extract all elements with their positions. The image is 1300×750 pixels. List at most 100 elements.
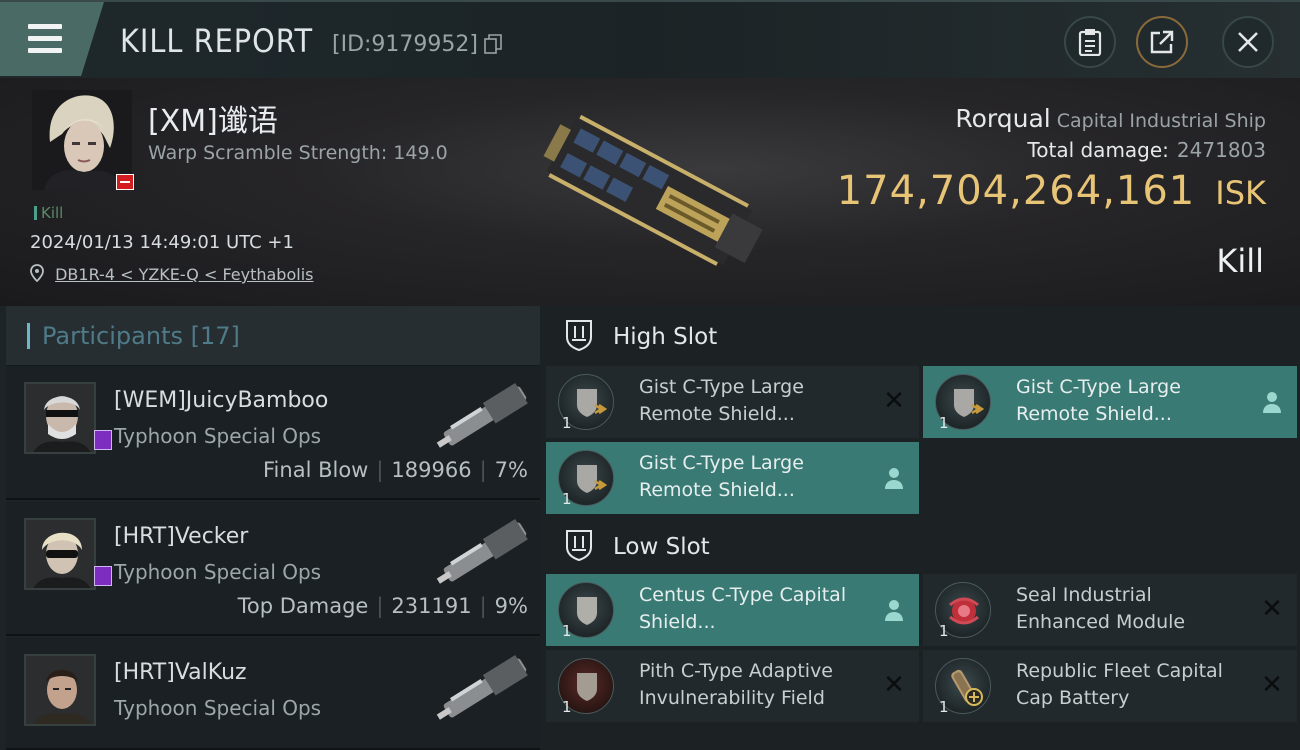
participant-damage: 231191 bbox=[391, 594, 472, 618]
module-quantity: 1 bbox=[562, 490, 572, 508]
participant-ship: Typhoon Special Ops bbox=[114, 696, 322, 720]
module-quantity: 1 bbox=[939, 698, 949, 716]
isk-unit: ISK bbox=[1215, 174, 1266, 212]
participant-stat-label: Final Blow bbox=[263, 458, 369, 482]
isk-loss: 174,704,264,161 ISK bbox=[837, 168, 1266, 214]
module-name: Pith C-Type Adaptive Invulnerability Fie… bbox=[639, 660, 833, 709]
ship-info: Rorqual Capital Industrial Ship bbox=[955, 104, 1266, 133]
participant-ship: Typhoon Special Ops bbox=[114, 424, 322, 448]
kill-result: Kill bbox=[1216, 242, 1264, 280]
location-link[interactable]: DB1R-4 < YZKE-Q < Feythabolis bbox=[30, 264, 313, 284]
participant-row[interactable]: [HRT]ValKuz Typhoon Special Ops bbox=[6, 638, 540, 750]
slot-high-icon bbox=[566, 320, 592, 352]
victim-name[interactable]: [XM]谶语 bbox=[148, 96, 278, 140]
module-item[interactable]: 1 Seal Industrial Enhanced Module ✕ bbox=[923, 574, 1297, 646]
menu-icon-bar bbox=[28, 36, 62, 41]
participant-name[interactable]: [HRT]ValKuz bbox=[114, 660, 247, 685]
module-quantity: 1 bbox=[939, 622, 949, 640]
share-button[interactable] bbox=[1136, 16, 1188, 68]
fitting-panel: High Slot 1 Gist C-Type Large Remote Shi… bbox=[540, 306, 1300, 750]
participant-avatar[interactable] bbox=[24, 518, 96, 590]
participant-flag bbox=[94, 566, 112, 586]
participant-avatar[interactable] bbox=[24, 382, 96, 454]
destroyed-x-icon: ✕ bbox=[883, 386, 905, 416]
participant-name[interactable]: [HRT]Vecker bbox=[114, 524, 248, 549]
participants-title: Participants [17] bbox=[42, 322, 240, 350]
total-damage-value: 2471803 bbox=[1176, 138, 1266, 162]
kill-tag-label: Kill bbox=[41, 204, 64, 222]
module-item[interactable]: 1 Pith C-Type Adaptive Invulnerability F… bbox=[546, 650, 919, 722]
participant-stat-label: Top Damage bbox=[237, 594, 369, 618]
close-button[interactable] bbox=[1222, 16, 1274, 68]
page-title: KILL REPORT bbox=[120, 22, 314, 60]
module-name: Gist C-Type Large Remote Shield... bbox=[1016, 376, 1181, 425]
total-damage: Total damage: 2471803 bbox=[1027, 138, 1266, 162]
module-quantity: 1 bbox=[562, 414, 572, 432]
destroyed-x-icon: ✕ bbox=[1261, 670, 1283, 700]
victim-summary: [XM]谶语 Warp Scramble Strength: 149.0 Kil… bbox=[0, 78, 1300, 306]
module-item[interactable]: 1 Gist C-Type Large Remote Shield... ✕ bbox=[546, 366, 919, 438]
kill-report-window: KILL REPORT [ID:9179952] [XM]谶语 Warp Scr… bbox=[0, 0, 1300, 750]
destroyed-x-icon: ✕ bbox=[1261, 594, 1283, 624]
low-slot-title: Low Slot bbox=[613, 534, 710, 560]
clipboard-icon bbox=[1078, 29, 1102, 56]
module-item[interactable]: 1 Gist C-Type Large Remote Shield... bbox=[923, 366, 1297, 438]
person-icon bbox=[885, 600, 903, 621]
ship-render bbox=[543, 114, 763, 266]
module-item[interactable]: 1 Gist C-Type Large Remote Shield... bbox=[546, 442, 919, 514]
slot-low-icon bbox=[566, 530, 592, 562]
module-name: Gist C-Type Large Remote Shield... bbox=[639, 376, 804, 425]
destroyed-x-icon: ✕ bbox=[883, 670, 905, 700]
location-pin-icon bbox=[30, 264, 44, 283]
weapon-icon bbox=[436, 519, 528, 584]
module-name: Republic Fleet Capital Cap Battery bbox=[1016, 660, 1223, 709]
participant-percent: 7% bbox=[494, 458, 528, 482]
participants-panel: Participants [17] [WEM]JuicyBamboo Typho… bbox=[0, 306, 540, 750]
weapon-icon bbox=[436, 655, 528, 720]
menu-icon bbox=[28, 24, 62, 29]
participant-ship: Typhoon Special Ops bbox=[114, 560, 322, 584]
ship-name[interactable]: Rorqual bbox=[955, 104, 1050, 133]
copy-icon[interactable] bbox=[484, 34, 502, 54]
title-bar: KILL REPORT [ID:9179952] bbox=[0, 0, 1300, 78]
module-name: Centus C-Type Capital Shield... bbox=[639, 584, 847, 633]
participant-flag bbox=[94, 430, 112, 450]
participants-header[interactable]: Participants [17] bbox=[6, 306, 540, 366]
participant-stats: Final Blow | 189966 | 7% bbox=[263, 458, 528, 482]
module-quantity: 1 bbox=[939, 414, 949, 432]
share-icon bbox=[1150, 30, 1174, 54]
participants-title-label: Participants bbox=[42, 322, 183, 350]
participant-avatar[interactable] bbox=[24, 654, 96, 726]
participants-count: [17] bbox=[190, 322, 240, 350]
location-text[interactable]: DB1R-4 < YZKE-Q < Feythabolis bbox=[55, 265, 313, 284]
participant-percent: 9% bbox=[494, 594, 528, 618]
participant-name[interactable]: [WEM]JuicyBamboo bbox=[114, 388, 328, 413]
clipboard-button[interactable] bbox=[1064, 16, 1116, 68]
high-slot-title: High Slot bbox=[613, 324, 718, 350]
module-item[interactable]: 1 Republic Fleet Capital Cap Battery ✕ bbox=[923, 650, 1297, 722]
module-name: Seal Industrial Enhanced Module bbox=[1016, 584, 1186, 633]
kill-tag: Kill bbox=[34, 204, 63, 222]
isk-value: 174,704,264,161 bbox=[836, 168, 1196, 214]
module-item[interactable]: 1 Centus C-Type Capital Shield... bbox=[546, 574, 919, 646]
kill-datetime: 2024/01/13 14:49:01 UTC +1 bbox=[30, 232, 294, 253]
corp-badge bbox=[116, 174, 134, 190]
person-icon bbox=[885, 468, 903, 489]
high-slot-header: High Slot bbox=[540, 306, 1300, 366]
close-icon bbox=[1238, 32, 1258, 52]
header-accent bbox=[27, 323, 30, 349]
menu-icon-bar bbox=[28, 48, 62, 53]
participant-damage: 189966 bbox=[391, 458, 472, 482]
person-icon bbox=[1263, 392, 1281, 413]
module-quantity: 1 bbox=[562, 622, 572, 640]
low-slot-header: Low Slot bbox=[540, 516, 1300, 576]
participant-stats: Top Damage | 231191 | 9% bbox=[237, 594, 528, 618]
ship-class: Capital Industrial Ship bbox=[1056, 110, 1266, 132]
report-id: [ID:9179952] bbox=[332, 32, 478, 57]
module-name: Gist C-Type Large Remote Shield... bbox=[639, 452, 804, 501]
participant-row[interactable]: [HRT]Vecker Typhoon Special Ops Top Dama… bbox=[6, 502, 540, 636]
warp-scramble-strength: Warp Scramble Strength: 149.0 bbox=[148, 142, 448, 164]
menu-button[interactable] bbox=[0, 2, 104, 76]
participant-row[interactable]: [WEM]JuicyBamboo Typhoon Special Ops Fin… bbox=[6, 366, 540, 500]
module-quantity: 1 bbox=[562, 698, 572, 716]
